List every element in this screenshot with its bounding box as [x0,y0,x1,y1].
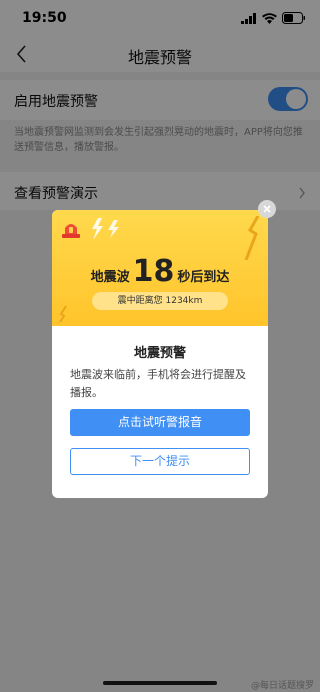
lightning-icon [86,216,126,246]
dialog-message: 地震波来临前，手机将会进行提醒及播报。 [70,368,246,399]
home-indicator [103,681,217,685]
dialog-header: 地震波 18 秒后到达 震中距离您 1234km [52,210,268,326]
earthquake-warning-dialog: 地震波 18 秒后到达 震中距离您 1234km 地震预警 地震波来临前，手机将… [52,210,268,498]
epicenter-distance: 震中距离您 1234km [92,292,228,310]
countdown-prefix: 地震波 [90,270,130,285]
siren-icon [60,218,82,244]
next-tip-button[interactable]: 下一个提示 [70,448,250,475]
play-alarm-button[interactable]: 点击试听警报音 [70,409,250,436]
close-dialog-button[interactable] [258,200,276,218]
watermark: @每日话题搜罗 [250,681,314,691]
countdown: 地震波 18 秒后到达 [52,254,268,289]
dialog-title: 地震预警 [133,346,186,361]
countdown-seconds: 18 [132,254,175,289]
countdown-suffix: 秒后到达 [177,270,230,285]
close-icon [263,205,271,213]
crack-decoration-small-icon [58,305,68,326]
